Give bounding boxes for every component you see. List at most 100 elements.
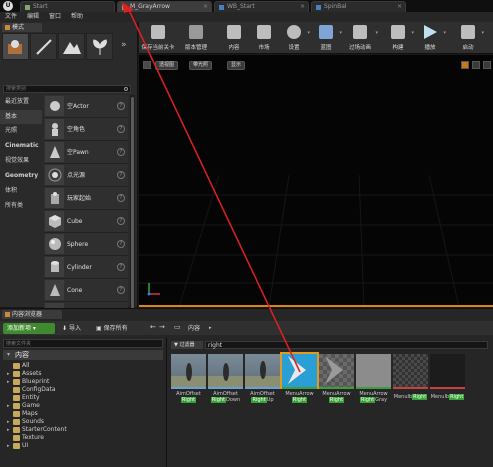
help-icon[interactable]: ?	[117, 171, 125, 179]
close-icon[interactable]: ×	[203, 2, 208, 12]
place-item-empty-actor[interactable]: 空Actor ?	[44, 95, 128, 118]
blueprints-button[interactable]: 蓝图 ▾	[309, 22, 343, 54]
asset-tile[interactable]: MenuIbRight	[430, 354, 465, 410]
help-icon[interactable]: ?	[117, 102, 125, 110]
place-item-cone[interactable]: Cone ?	[44, 279, 128, 302]
add-new-button[interactable]: 添加新项 ▾	[3, 323, 55, 334]
asset-tile[interactable]: MenuArrow RightGray	[356, 354, 391, 410]
source-control-button[interactable]: 版本管理	[179, 22, 213, 54]
category-cinematic[interactable]: Cinematic	[0, 139, 42, 153]
show-button[interactable]: 显示	[227, 61, 246, 70]
folder-game[interactable]: ▸ Game	[7, 402, 40, 410]
transform-gizmo-icon[interactable]	[461, 61, 469, 69]
tab-m-grayarrow[interactable]: M_GrayArrow ×	[117, 1, 212, 12]
folder-entity[interactable]: Entity	[10, 394, 40, 402]
viewport-options-button[interactable]	[143, 61, 151, 69]
close-icon[interactable]: ×	[300, 2, 305, 12]
save-all-button[interactable]: ▣ 保存所有	[96, 323, 128, 334]
marketplace-button[interactable]: 市场	[247, 22, 281, 54]
settings-button[interactable]: 设置 ▾	[277, 22, 311, 54]
help-icon[interactable]: ?	[117, 194, 125, 202]
folder-sounds[interactable]: ▸ Sounds	[7, 418, 44, 426]
modes-scrollbar[interactable]	[130, 95, 135, 327]
scrollbar-thumb[interactable]	[131, 97, 134, 315]
expander-icon: ▸	[7, 419, 10, 425]
place-item-sphere[interactable]: Sphere ?	[44, 233, 128, 256]
place-item-empty-pawn[interactable]: 空Pawn ?	[44, 141, 128, 164]
place-item-cube[interactable]: Cube ?	[44, 210, 128, 233]
build-button[interactable]: 构建 ▾	[381, 22, 415, 54]
asset-search-input[interactable]: right	[205, 341, 488, 349]
folder-search-input[interactable]: 搜索文件夹	[3, 339, 163, 348]
category-all-classes[interactable]: 所有类	[0, 199, 42, 213]
more-modes-icon[interactable]: »	[121, 40, 127, 50]
help-icon[interactable]: ?	[117, 148, 125, 156]
chevron-right-icon[interactable]: ▸	[209, 325, 212, 331]
folder-blueprint[interactable]: ▸ Blueprint	[7, 378, 49, 386]
help-icon[interactable]: ?	[117, 125, 125, 133]
content-browser-tab[interactable]: 内容浏览器	[2, 310, 62, 319]
asset-tile[interactable]: AimOffset RightUp	[245, 354, 280, 410]
close-icon[interactable]: ×	[397, 2, 402, 12]
category-volumes[interactable]: 体积	[0, 184, 42, 198]
folder-configdata[interactable]: ConfigData	[10, 386, 56, 394]
folder-assets[interactable]: ▸ Assets	[7, 370, 42, 378]
asset-tile[interactable]: AimOffset RightDown	[208, 354, 243, 410]
item-label: Sphere	[67, 241, 89, 248]
asset-tile[interactable]: AimOffset Right	[171, 354, 206, 410]
lit-button[interactable]: 带光照	[189, 61, 213, 70]
play-button[interactable]: 播放 ▾	[413, 22, 447, 54]
asset-tile[interactable]: MenuArrow Right	[319, 354, 354, 410]
landscape-mode-button[interactable]	[58, 33, 85, 60]
asset-tile-selected[interactable]: MenuArrow Right	[280, 352, 319, 410]
save-current-button[interactable]: 保存当前关卡	[141, 22, 175, 54]
category-lights[interactable]: 光照	[0, 124, 42, 138]
modes-search-input[interactable]: 搜索类别	[3, 85, 131, 93]
menu-window[interactable]: 窗口	[49, 12, 61, 22]
help-icon[interactable]: ?	[117, 286, 125, 294]
launch-button[interactable]: 启动 ▾	[451, 22, 485, 54]
tab-start[interactable]: Start	[20, 1, 115, 12]
category-basic[interactable]: 基本	[0, 110, 42, 124]
unreal-logo-icon[interactable]: U	[3, 1, 13, 11]
help-icon[interactable]: ?	[117, 263, 125, 271]
back-arrow-icon[interactable]: ←	[150, 323, 156, 331]
perspective-button[interactable]: 透视图	[155, 61, 179, 70]
tab-wb-start[interactable]: WB_Start ×	[214, 1, 309, 12]
path-breadcrumb[interactable]: 内容	[188, 323, 200, 334]
menu-help[interactable]: 帮助	[71, 12, 83, 22]
help-icon[interactable]: ?	[117, 240, 125, 248]
snap-icon[interactable]	[472, 61, 480, 69]
menu-file[interactable]: 文件	[5, 12, 17, 22]
folder-texture[interactable]: Texture	[10, 434, 44, 442]
tree-root-content[interactable]: ▾ 内容	[3, 350, 163, 360]
category-visual-effects[interactable]: 视觉效果	[0, 154, 42, 168]
folder-ui[interactable]: ▸ UI	[7, 442, 28, 450]
help-icon[interactable]: ?	[117, 217, 125, 225]
folder-startercontent[interactable]: ▸ StarterContent	[7, 426, 67, 434]
folder-path-icon[interactable]: ▭	[174, 323, 181, 331]
level-viewport[interactable]: 透视图 带光照 显示	[139, 55, 493, 307]
place-item-empty-character[interactable]: 空角色 ?	[44, 118, 128, 141]
folder-maps[interactable]: Maps	[10, 410, 38, 418]
import-button[interactable]: ⬇ 导入	[62, 323, 81, 334]
folder-all[interactable]: All	[10, 362, 29, 370]
category-recent[interactable]: 最近放置	[0, 95, 42, 109]
panel-splitter[interactable]	[166, 337, 167, 467]
paint-mode-button[interactable]	[30, 33, 57, 60]
menu-edit[interactable]: 编辑	[27, 12, 39, 22]
foliage-mode-button[interactable]	[86, 33, 113, 60]
modes-tab[interactable]: 模式	[2, 23, 42, 32]
category-geometry[interactable]: Geometry	[0, 169, 42, 183]
place-item-player-start[interactable]: 玩家起始 ?	[44, 187, 128, 210]
place-item-point-light[interactable]: 点光源 ?	[44, 164, 128, 187]
filters-button[interactable]: ▼ 过滤器	[171, 341, 203, 349]
asset-tile[interactable]: MenulbRight	[393, 354, 428, 410]
cinematics-button[interactable]: 过场动画 ▾	[341, 22, 379, 54]
maximize-icon[interactable]	[483, 61, 491, 69]
place-item-cylinder[interactable]: Cylinder ?	[44, 256, 128, 279]
place-mode-button[interactable]	[2, 33, 29, 60]
content-button[interactable]: 内容	[217, 22, 251, 54]
tab-spinbal[interactable]: SpinBal ×	[311, 1, 406, 12]
forward-arrow-icon[interactable]: →	[159, 323, 165, 331]
